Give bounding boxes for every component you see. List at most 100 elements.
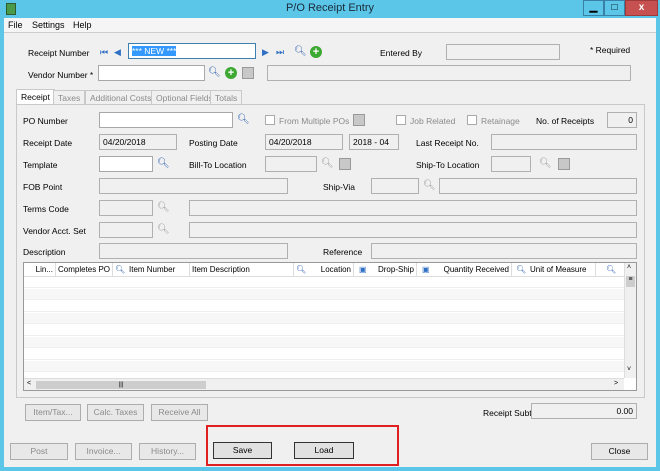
description-label: Description xyxy=(23,247,66,257)
load-button[interactable]: Load xyxy=(294,442,354,459)
search-icon[interactable]: 🔍︎ xyxy=(321,158,334,170)
retainage-checkbox[interactable] xyxy=(467,115,477,125)
scroll-up-icon[interactable]: ˄ xyxy=(627,264,631,271)
save-button[interactable]: Save xyxy=(213,442,272,459)
search-icon[interactable]: 🔍︎ xyxy=(157,224,170,236)
column-item-description[interactable]: Item Description xyxy=(190,263,294,277)
detail-lines-grid[interactable]: Lin... Completes PO 🔍︎ Item Number Item … xyxy=(23,262,637,391)
receipt-number-input[interactable]: *** NEW *** xyxy=(128,43,256,59)
scroll-left-icon[interactable]: < xyxy=(27,380,31,387)
menu-help[interactable]: Help xyxy=(73,20,92,30)
ship-via-field xyxy=(371,178,419,194)
receipt-tab-panel: PO Number 🔍︎ From Multiple POs Job Relat… xyxy=(16,104,645,421)
posting-date-label: Posting Date xyxy=(189,138,238,148)
last-receipt-field xyxy=(491,134,637,150)
column-item-number[interactable]: Item Number xyxy=(127,263,190,277)
retainage-label: Retainage xyxy=(481,116,520,126)
vendor-acct-set-label: Vendor Acct. Set xyxy=(23,226,86,236)
job-related-label: Job Related xyxy=(410,116,456,126)
posting-date-field[interactable]: 04/20/2018 xyxy=(265,134,343,150)
receipt-number-label: Receipt Number xyxy=(28,48,90,58)
menu-settings[interactable]: Settings xyxy=(32,20,65,30)
required-note: * Required xyxy=(590,45,631,55)
vendor-acct-set-field xyxy=(99,222,153,238)
menu-file[interactable]: File xyxy=(8,20,23,30)
scroll-down-icon[interactable]: ˅ xyxy=(627,366,631,373)
from-multiple-pos-checkbox[interactable] xyxy=(265,115,275,125)
minimize-button[interactable]: ▁ xyxy=(583,0,604,16)
column-line[interactable]: Lin... xyxy=(24,263,56,277)
template-input[interactable] xyxy=(99,156,153,172)
column-completes-po[interactable]: Completes PO xyxy=(56,263,113,277)
search-icon[interactable]: 🔍︎ xyxy=(514,263,528,277)
po-number-label: PO Number xyxy=(23,116,68,126)
search-icon[interactable]: 🔍︎ xyxy=(294,46,307,58)
ship-via-label: Ship-Via xyxy=(323,182,355,192)
close-window-button[interactable]: x xyxy=(625,0,658,16)
ship-to-label: Ship-To Location xyxy=(416,160,480,170)
job-related-checkbox[interactable] xyxy=(396,115,406,125)
search-icon[interactable]: 🔍︎ xyxy=(604,263,618,277)
history-button[interactable]: History... xyxy=(139,443,196,460)
close-button[interactable]: Close xyxy=(591,443,648,460)
window-title: P/O Receipt Entry xyxy=(285,2,375,14)
search-icon[interactable]: 🔍︎ xyxy=(423,180,436,192)
search-icon[interactable]: 🔍︎ xyxy=(208,67,221,79)
scroll-thumb[interactable]: ||| xyxy=(36,381,206,389)
vertical-scrollbar[interactable]: ˄ ≡ ˅ xyxy=(624,263,636,378)
add-icon[interactable]: + xyxy=(310,46,322,58)
search-icon[interactable]: 🔍︎ xyxy=(539,158,552,170)
receipt-date-field[interactable]: 04/20/2018 xyxy=(99,134,177,150)
search-icon[interactable]: 🔍︎ xyxy=(157,158,170,170)
search-icon[interactable]: 🔍︎ xyxy=(157,202,170,214)
reference-field xyxy=(371,243,637,259)
entered-by-field xyxy=(446,44,560,60)
menu-bar: File Settings Help xyxy=(4,18,656,33)
search-icon[interactable]: 🔍︎ xyxy=(113,263,127,277)
details-icon[interactable] xyxy=(353,114,365,126)
vendor-name-field xyxy=(267,65,631,81)
terms-code-label: Terms Code xyxy=(23,204,69,214)
no-of-receipts-field: 0 xyxy=(607,112,637,128)
receipt-date-label: Receipt Date xyxy=(23,138,73,148)
search-icon[interactable]: 🔍︎ xyxy=(237,114,250,126)
previous-record-icon[interactable]: ◀ xyxy=(114,47,121,58)
terms-description xyxy=(189,200,637,216)
grid-header: Lin... Completes PO 🔍︎ Item Number Item … xyxy=(24,263,624,277)
last-record-icon[interactable]: ⏭ xyxy=(276,47,284,58)
search-icon[interactable]: 🔍︎ xyxy=(294,263,308,277)
description-field xyxy=(99,243,288,259)
no-of-receipts-label: No. of Receipts xyxy=(536,116,595,126)
details-icon[interactable] xyxy=(242,67,254,79)
reference-label: Reference xyxy=(323,247,363,257)
vendor-number-input[interactable] xyxy=(98,65,205,81)
po-number-input[interactable] xyxy=(99,112,233,128)
title-bar: P/O Receipt Entry ▁ □ x xyxy=(0,0,660,18)
item-tax-button[interactable]: Item/Tax... xyxy=(25,404,81,421)
next-record-icon[interactable]: ▶ xyxy=(262,47,269,58)
quantity-icon: ▣ xyxy=(422,265,430,274)
column-quantity-received[interactable]: Quantity Received xyxy=(430,263,512,277)
details-icon[interactable] xyxy=(558,158,570,170)
receive-all-button[interactable]: Receive All xyxy=(151,404,208,421)
column-location[interactable]: Location xyxy=(308,263,354,277)
template-label: Template xyxy=(23,160,58,170)
entered-by-label: Entered By xyxy=(380,48,423,58)
fiscal-period-field: 2018 - 04 xyxy=(349,134,399,150)
calc-taxes-button[interactable]: Calc. Taxes xyxy=(87,404,144,421)
ship-via-description xyxy=(439,178,637,194)
column-unit-of-measure[interactable]: Unit of Measure xyxy=(528,263,596,277)
invoice-button[interactable]: Invoice... xyxy=(75,443,132,460)
post-button[interactable]: Post xyxy=(10,443,68,460)
column-drop-ship[interactable]: Drop-Ship xyxy=(367,263,417,277)
first-record-icon[interactable]: ⏮ xyxy=(100,47,108,58)
scroll-thumb[interactable]: ≡ xyxy=(626,276,635,287)
ship-to-field xyxy=(491,156,531,172)
receipt-subtotal-field: 0.00 xyxy=(531,403,637,419)
drop-ship-icon: ▣ xyxy=(359,265,367,274)
details-icon[interactable] xyxy=(339,158,351,170)
maximize-button[interactable]: □ xyxy=(604,0,625,16)
horizontal-scrollbar[interactable]: < ||| > xyxy=(24,378,624,390)
add-icon[interactable]: + xyxy=(225,67,237,79)
scroll-right-icon[interactable]: > xyxy=(614,380,618,387)
